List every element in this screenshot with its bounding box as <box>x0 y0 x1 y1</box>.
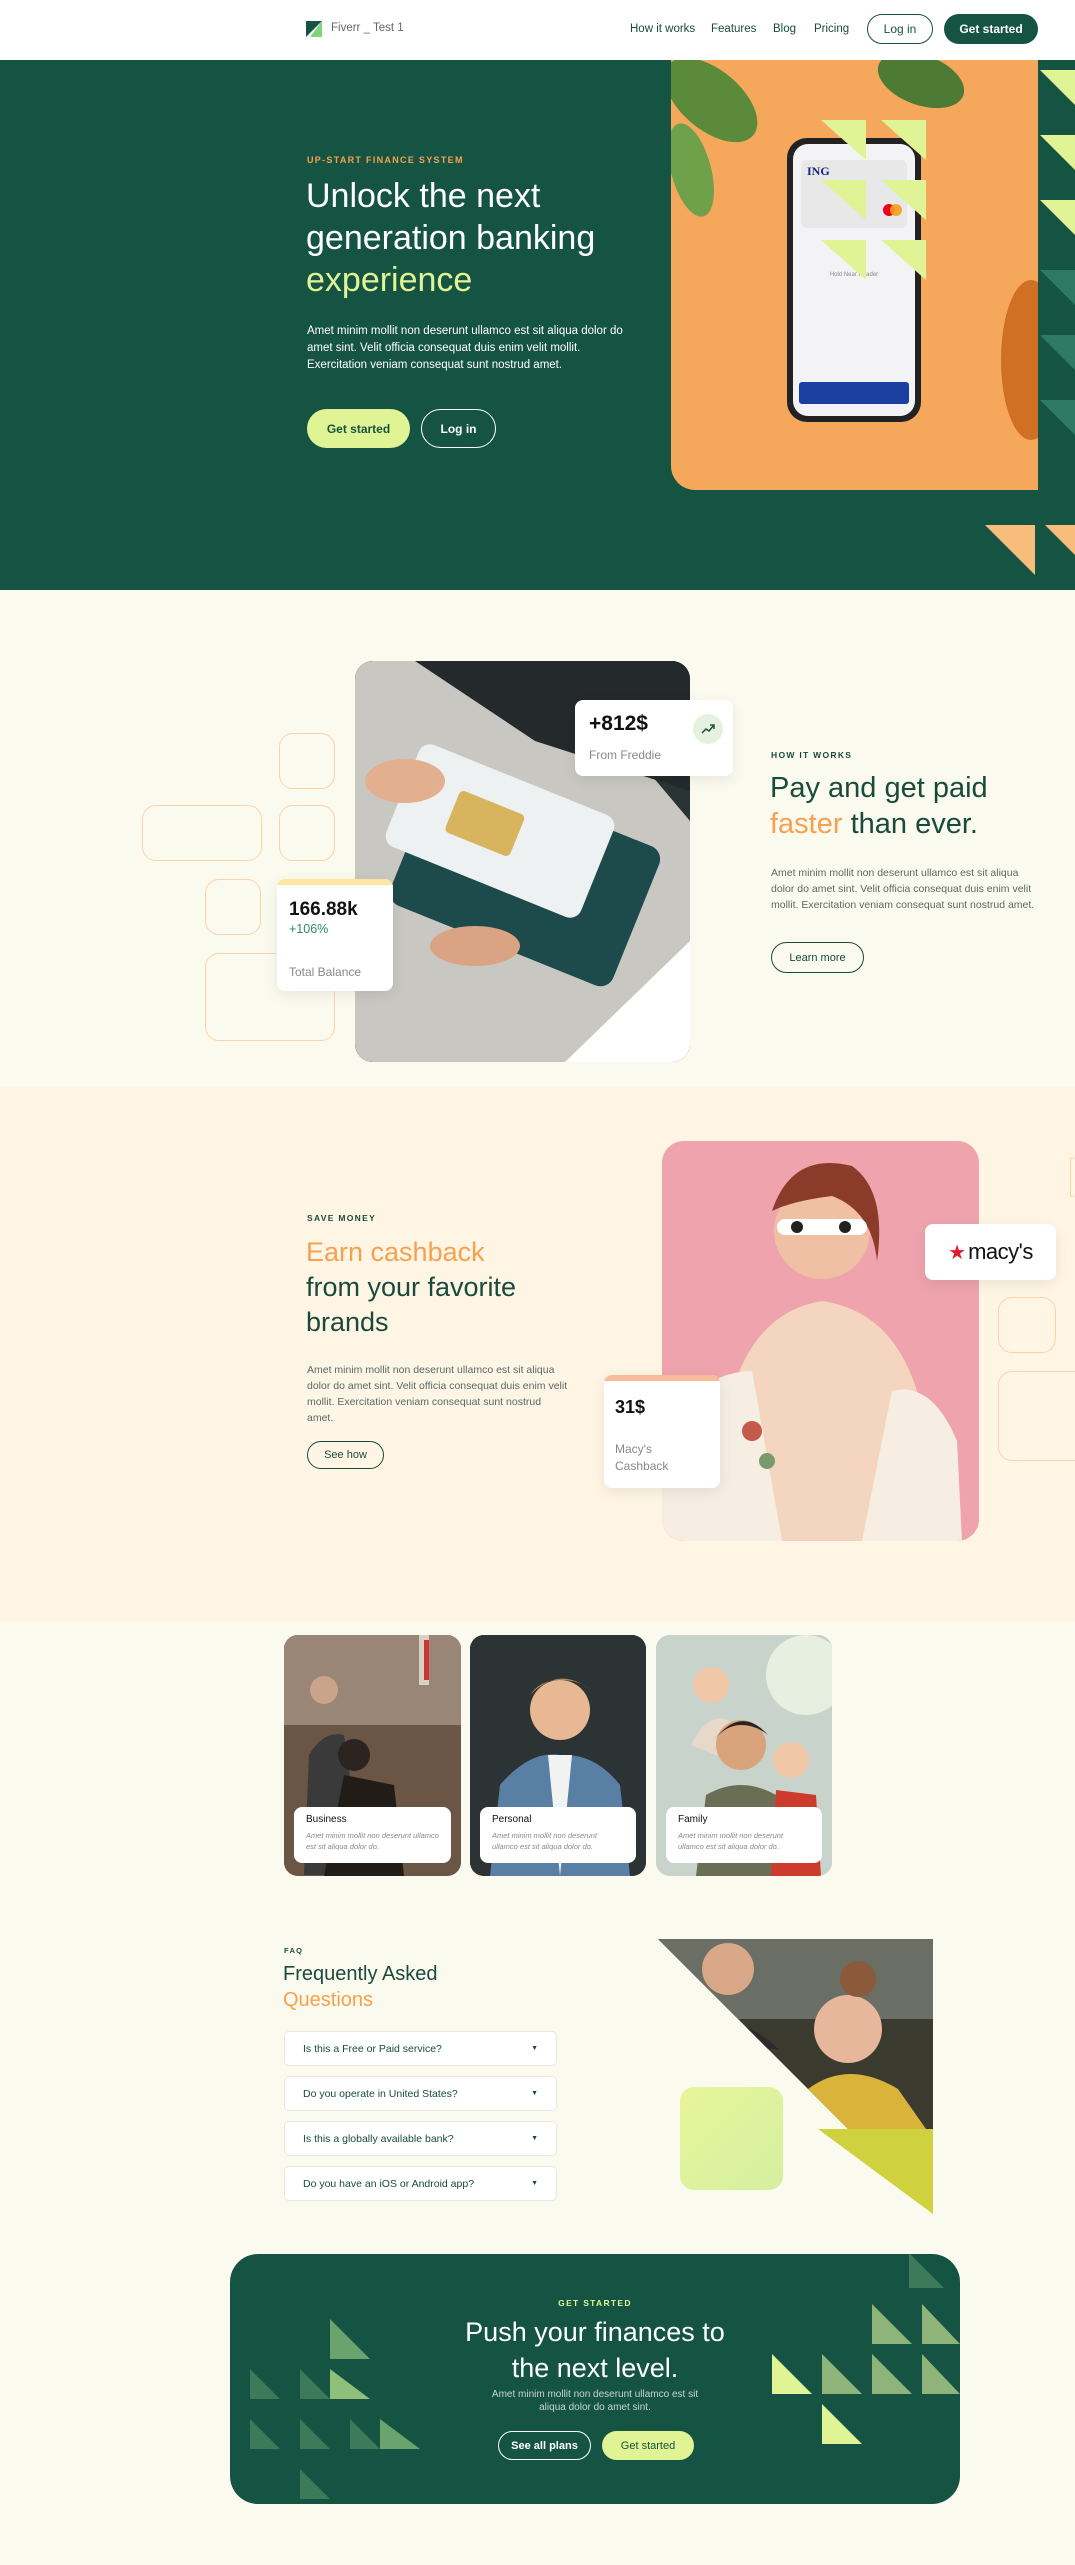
faq-item[interactable]: Do you have an iOS or Android app? ▼ <box>284 2166 557 2201</box>
nav-get-started-button[interactable]: Get started <box>944 14 1038 44</box>
stat-label: From Freddie <box>589 748 662 762</box>
cta-body: Amet minim mollit non deserunt ullamco e… <box>491 2389 699 2413</box>
cashback-body: Amet minim mollit non deserunt ullamco e… <box>307 1364 568 1424</box>
faq-item[interactable]: Is this a globally available bank? ▼ <box>284 2121 557 2156</box>
hero-title-line-1: Unlock the next <box>306 177 541 215</box>
stat-value: +812$ <box>589 712 648 735</box>
balance-value: 166.88k <box>289 899 358 920</box>
decorative-square <box>680 2087 783 2190</box>
cta-get-started-button[interactable]: Get started <box>602 2431 694 2460</box>
how-title-highlight: faster <box>770 808 843 840</box>
cashback-title-highlight: Earn cashback <box>306 1237 485 1267</box>
star-icon: ★ <box>948 1241 967 1264</box>
brand-label: macy's <box>968 1239 1033 1264</box>
cashback-card: 31$ Macy's Cashback <box>604 1375 720 1488</box>
segment-panel: Personal Amet minim mollit non deserunt … <box>480 1807 636 1863</box>
hero-eyebrow: UP-START FINANCE SYSTEM <box>307 155 464 165</box>
cashback-eyebrow: SAVE MONEY <box>307 1213 377 1223</box>
hero-body: Amet minim mollit non deserunt ullamco e… <box>307 325 623 371</box>
segment-panel: Family Amet minim mollit non deserunt ul… <box>666 1807 822 1863</box>
cashback-value: 31$ <box>615 1397 646 1417</box>
chevron-down-icon: ▼ <box>531 2135 538 2142</box>
balance-label: Total Balance <box>289 965 362 979</box>
segment-panel: Business Amet minim mollit non deserunt … <box>294 1807 451 1863</box>
see-how-button[interactable]: See how <box>307 1441 384 1469</box>
cashback-title: Earn cashback from your favorite brands <box>306 1235 516 1340</box>
brand-name[interactable]: Fiverr _ Test 1 <box>331 22 404 34</box>
how-title-line-1: Pay and get paid <box>770 772 988 804</box>
chevron-down-icon: ▼ <box>531 2090 538 2097</box>
see-all-plans-button[interactable]: See all plans <box>498 2431 591 2460</box>
segment-desc: Amet minim mollit non deserunt ullamco e… <box>492 1831 598 1851</box>
how-title-end: than ever. <box>850 808 978 840</box>
cashback-section: SAVE MONEY Earn cashback from your favor… <box>0 1087 1075 1622</box>
nav-login-button[interactable]: Log in <box>867 14 933 44</box>
chevron-down-icon: ▼ <box>531 2180 538 2187</box>
faq-item[interactable]: Is this a Free or Paid service? ▼ <box>284 2031 557 2066</box>
how-title: Pay and get paid faster than ever. <box>770 770 988 842</box>
nav-how-it-works[interactable]: How it works <box>630 23 695 35</box>
logo-icon[interactable] <box>306 21 322 37</box>
hero-image: ING Hold Near Reader <box>671 60 1038 490</box>
cta-eyebrow: GET STARTED <box>558 2298 632 2308</box>
hero-get-started-button[interactable]: Get started <box>307 409 410 448</box>
segment-title: Family <box>678 1814 708 1825</box>
stat-card: +812$ From Freddie <box>575 700 733 776</box>
segment-card-personal[interactable]: Personal Amet minim mollit non deserunt … <box>470 1635 646 1876</box>
nav-blog[interactable]: Blog <box>773 23 796 35</box>
segment-desc: Amet minim mollit non deserunt ullamco e… <box>306 1831 439 1851</box>
faq-title: Frequently Asked Questions <box>283 1961 438 2013</box>
how-body: Amet minim mollit non deserunt ullamco e… <box>771 867 1035 911</box>
cashback-title-line-2: from your favorite <box>306 1272 517 1302</box>
cashback-label: Macy's Cashback <box>615 1442 669 1473</box>
cashback-title-line-3: brands <box>306 1307 389 1337</box>
faq-question: Do you operate in United States? <box>303 2087 458 2100</box>
faq-question: Do you have an iOS or Android app? <box>303 2177 475 2190</box>
segment-desc: Amet minim mollit non deserunt ullamco e… <box>678 1831 784 1851</box>
hero-triangles <box>821 120 926 280</box>
balance-card: 166.88k +106% Total Balance <box>277 879 393 991</box>
faq-question: Is this a Free or Paid service? <box>303 2042 442 2055</box>
segment-card-business[interactable]: Business Amet minim mollit non deserunt … <box>284 1635 461 1876</box>
cta-banner: GET STARTED Push your finances to the ne… <box>230 2254 960 2504</box>
segment-title: Business <box>306 1814 347 1825</box>
hero-edge-triangles <box>985 70 1075 575</box>
cta-title-line-1: Push your finances to <box>465 2317 725 2347</box>
top-nav: Fiverr _ Test 1 How it works Features Bl… <box>0 0 1075 60</box>
faq-question: Is this a globally available bank? <box>303 2132 454 2145</box>
faq-eyebrow: FAQ <box>284 1946 304 1955</box>
faq-title-highlight: Questions <box>283 1989 374 2011</box>
chevron-down-icon: ▼ <box>531 2045 538 2052</box>
segment-title: Personal <box>492 1814 532 1825</box>
nav-features[interactable]: Features <box>711 23 756 35</box>
how-it-works-section: +812$ From Freddie 166.88k +106% Total B… <box>0 590 1075 1087</box>
hero-section: UP-START FINANCE SYSTEM Unlock the next … <box>0 60 1075 590</box>
cta-title: Push your finances to the next level. <box>230 2314 960 2386</box>
macys-badge: ★ macy's <box>925 1224 1056 1280</box>
trending-up-icon <box>693 714 723 744</box>
hero-login-button[interactable]: Log in <box>421 409 496 448</box>
segment-card-family[interactable]: Family Amet minim mollit non deserunt ul… <box>656 1635 832 1876</box>
hero-title-line-3: experience <box>306 261 473 299</box>
how-eyebrow: HOW IT WORKS <box>771 750 853 760</box>
nav-pricing[interactable]: Pricing <box>814 23 849 35</box>
hero-title-line-2: generation banking <box>306 219 596 257</box>
faq-title-line-1: Frequently Asked <box>283 1963 438 1985</box>
learn-more-button[interactable]: Learn more <box>771 942 864 973</box>
faq-item[interactable]: Do you operate in United States? ▼ <box>284 2076 557 2111</box>
hero-title: Unlock the next generation banking exper… <box>306 175 595 301</box>
balance-change: +106% <box>289 922 329 936</box>
cta-title-line-2: the next level. <box>511 2353 679 2383</box>
